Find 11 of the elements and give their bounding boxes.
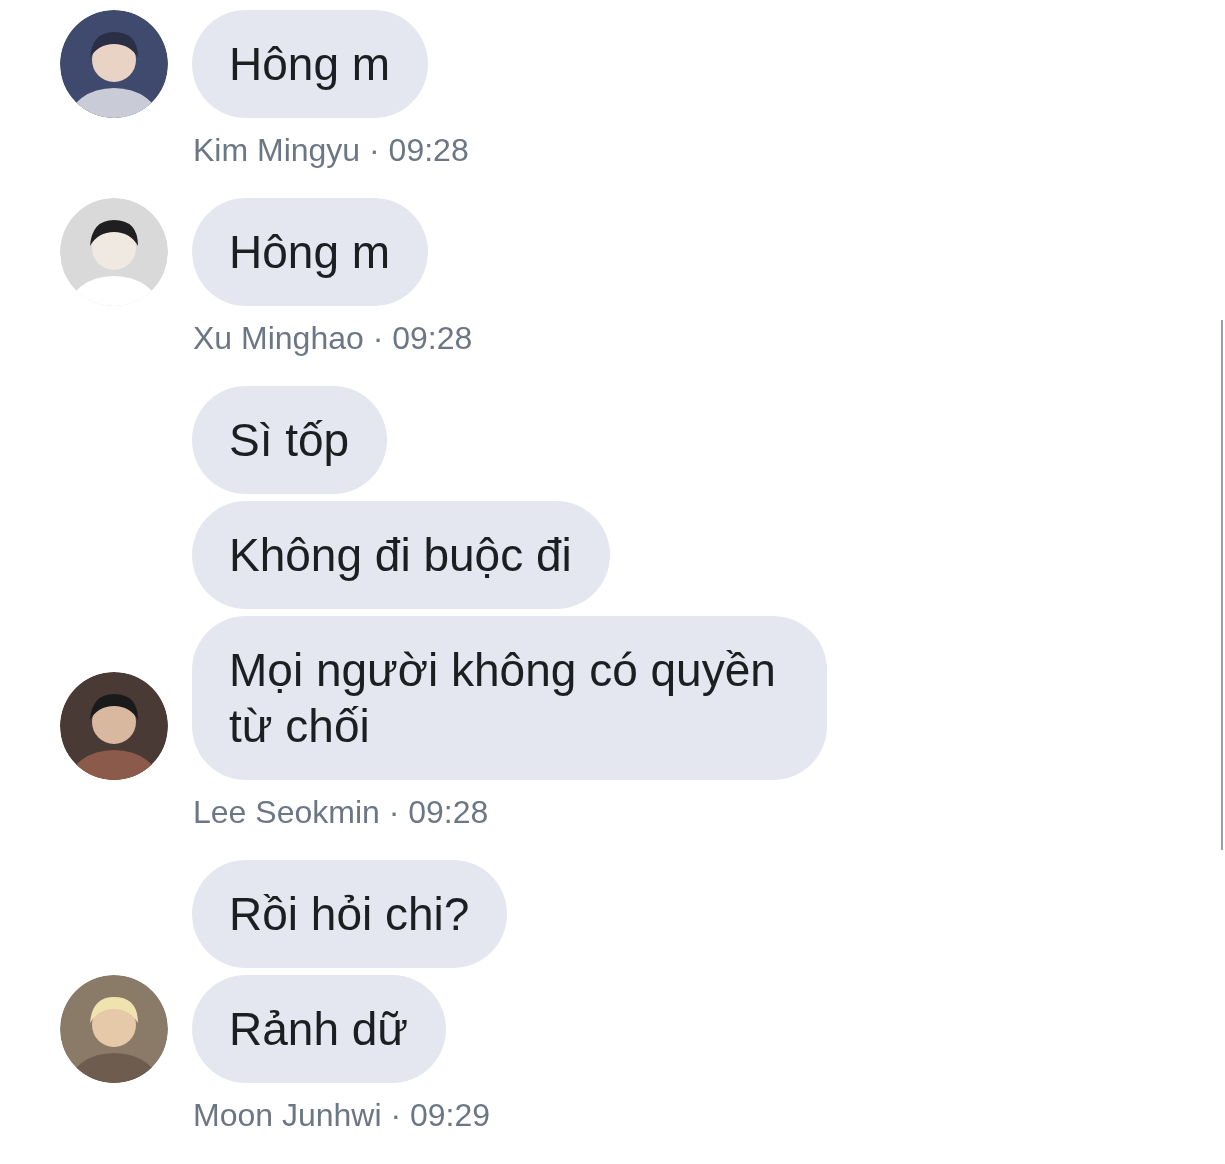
sender-time: Moon Junhwi · 09:29	[193, 1096, 492, 1135]
message-bubble: Hông m	[192, 10, 429, 118]
message-bubble: Không đi buộc đi	[192, 501, 610, 609]
message-bubble: Hông m	[192, 198, 429, 306]
message-bubble: Sì tốp	[192, 386, 388, 494]
sender-time: Xu Minghao · 09:28	[193, 319, 474, 358]
message-bubble: Rảnh dữ	[192, 975, 447, 1083]
message-bubble: Rồi hỏi chi?	[192, 860, 508, 968]
message-bubble: Mọi người không có quyền từ chối	[192, 616, 827, 780]
sender-time: Lee Seokmin · 09:28	[193, 793, 490, 832]
sender-time: Kim Mingyu · 09:28	[193, 131, 470, 170]
